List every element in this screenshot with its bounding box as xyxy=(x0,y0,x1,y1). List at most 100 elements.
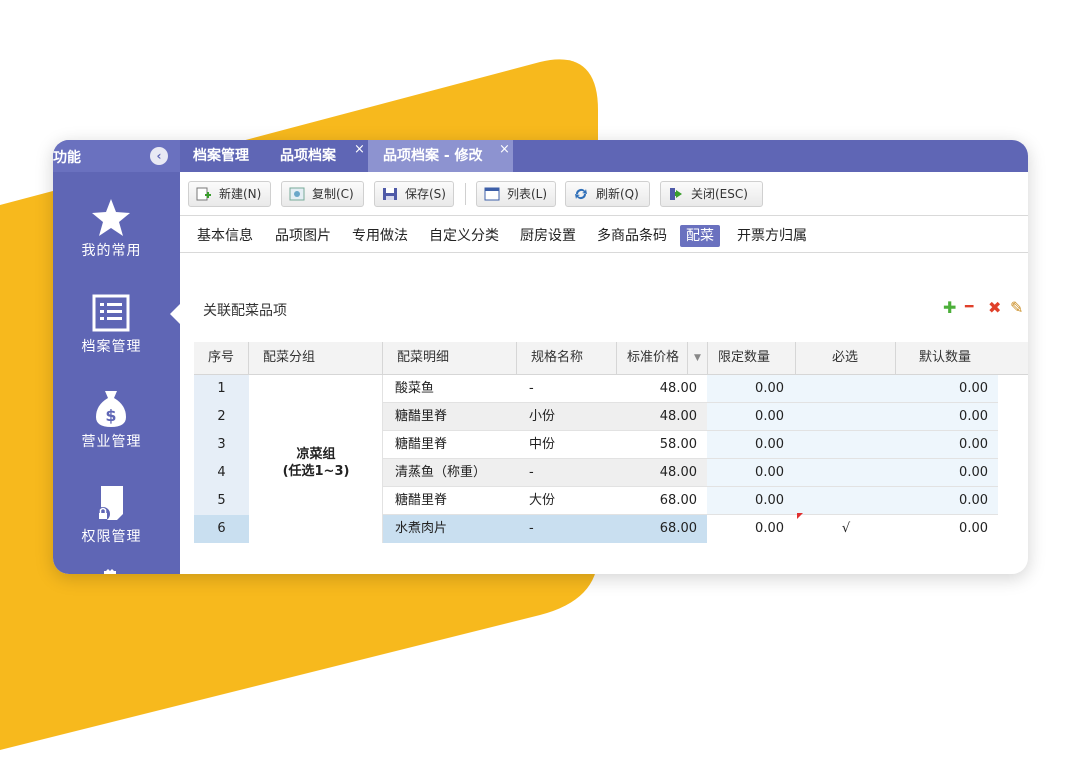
column-header-limit[interactable]: 限定数量 xyxy=(708,342,796,375)
add-icon[interactable]: ✚ xyxy=(943,298,956,317)
column-header-price[interactable]: 标准价格 xyxy=(617,342,688,375)
edit-icon[interactable]: ✎ xyxy=(1010,298,1023,317)
cell-required[interactable] xyxy=(796,403,896,431)
button-label: 刷新(Q) xyxy=(596,187,639,201)
close-icon[interactable]: × xyxy=(354,140,365,163)
subtab-side-dishes[interactable]: 配菜 xyxy=(680,225,720,247)
tab-item-archive[interactable]: 品项档案 × xyxy=(268,140,368,172)
cell-default[interactable]: 0.00 xyxy=(896,375,998,403)
close-icon[interactable]: × xyxy=(499,140,510,163)
tab-bar: 档案管理 品项档案 × 品项档案 - 修改 × xyxy=(180,140,1028,172)
subtab-multi-barcode[interactable]: 多商品条码 xyxy=(597,225,667,247)
cell-spec: 大份 xyxy=(517,487,617,515)
cell-detail: 清蒸鱼（称重） xyxy=(383,459,517,487)
column-header-detail[interactable]: 配菜明细 xyxy=(383,342,517,375)
cell-required[interactable]: √ xyxy=(796,515,896,543)
cell-detail: 糖醋里脊 xyxy=(383,431,517,459)
sidebar-item-favorites[interactable]: 我的常用 xyxy=(53,184,180,274)
sort-down-icon[interactable]: ▼ xyxy=(688,342,708,375)
subtab-kitchen-settings[interactable]: 厨房设置 xyxy=(520,225,576,247)
cell-seq: 3 xyxy=(194,431,249,459)
refresh-icon xyxy=(575,189,587,199)
tab-label: 品项档案 xyxy=(280,148,336,164)
cell-limit[interactable]: 0.00 xyxy=(707,431,796,459)
cell-limit[interactable]: 0.00 xyxy=(707,403,796,431)
button-label: 关闭(ESC) xyxy=(691,187,748,201)
app-window: 功能 ‹ 我的常用 档案管理 $ 营业管理 权限管理 档案管理 品项档案 × 品… xyxy=(53,140,1028,574)
sidebar-item-business[interactable]: $ 营业管理 xyxy=(53,375,180,465)
cell-spec: - xyxy=(517,459,617,487)
sub-tab-bar: 基本信息 品项图片 专用做法 自定义分类 厨房设置 多商品条码 配菜 开票方归属 xyxy=(180,217,1028,253)
cell-default[interactable]: 0.00 xyxy=(896,515,998,543)
remove-icon[interactable]: ━ xyxy=(965,299,973,315)
cell-required[interactable] xyxy=(796,431,896,459)
cell-spec: - xyxy=(517,375,617,403)
sidebar: 功能 ‹ 我的常用 档案管理 $ 营业管理 权限管理 xyxy=(53,140,180,574)
sidebar-item-permission[interactable]: 权限管理 xyxy=(53,470,180,560)
column-header-group[interactable]: 配菜分组 xyxy=(249,342,383,375)
copy-button[interactable]: 复制(C) xyxy=(281,181,364,207)
star-icon xyxy=(92,199,130,236)
cell-group-merged: 凉菜组 (任选1~3) xyxy=(249,375,383,543)
button-label: 保存(S) xyxy=(405,187,446,201)
cell-price: 68.00 xyxy=(617,515,707,543)
sidebar-item-label: 我的常用 xyxy=(81,243,142,259)
list-document-icon xyxy=(92,294,130,332)
list-icon xyxy=(484,187,500,201)
cell-detail: 糖醋里脊 xyxy=(383,403,517,431)
cell-limit[interactable]: 0.00 xyxy=(707,515,796,543)
cell-spec: 中份 xyxy=(517,431,617,459)
group-rule: (任选1~3) xyxy=(282,464,350,479)
cell-default[interactable]: 0.00 xyxy=(896,403,998,431)
refresh-button[interactable]: 刷新(Q) xyxy=(565,181,650,207)
column-header-required[interactable]: 必选 xyxy=(796,342,896,375)
cell-seq: 6 xyxy=(194,515,249,543)
sidebar-item-archive[interactable]: 档案管理 xyxy=(53,280,180,370)
cell-required[interactable] xyxy=(796,459,896,487)
sidebar-more-icon xyxy=(102,564,142,574)
column-header-seq[interactable]: 序号 xyxy=(194,342,249,375)
button-label: 复制(C) xyxy=(312,187,354,201)
cell-detail: 酸菜鱼 xyxy=(383,375,517,403)
cell-limit[interactable]: 0.00 xyxy=(707,459,796,487)
copy-icon xyxy=(289,187,305,201)
cell-seq: 5 xyxy=(194,487,249,515)
sidebar-title: 功能 xyxy=(53,150,81,166)
cell-default[interactable]: 0.00 xyxy=(896,487,998,515)
cell-default[interactable]: 0.00 xyxy=(896,431,998,459)
column-header-default[interactable]: 默认数量 xyxy=(896,342,1028,375)
tab-item-archive-edit[interactable]: 品项档案 - 修改 × xyxy=(368,140,513,172)
cell-limit[interactable]: 0.00 xyxy=(707,375,796,403)
subtab-item-images[interactable]: 品项图片 xyxy=(275,225,331,247)
delete-icon[interactable]: ✖ xyxy=(988,298,1001,317)
cell-price: 48.00 xyxy=(617,403,707,431)
cell-default[interactable]: 0.00 xyxy=(896,459,998,487)
save-button[interactable]: 保存(S) xyxy=(374,181,454,207)
cell-detail: 水煮肉片 xyxy=(383,515,517,543)
tab-label: 品项档案 - 修改 xyxy=(383,148,483,164)
subtab-special-methods[interactable]: 专用做法 xyxy=(352,225,408,247)
section-title: 关联配菜品项 xyxy=(203,303,287,319)
chevron-left-icon[interactable]: ‹ xyxy=(150,147,168,165)
column-header-spec[interactable]: 规格名称 xyxy=(517,342,617,375)
cell-price: 48.00 xyxy=(617,459,707,487)
toolbar-separator xyxy=(465,183,466,205)
cell-seq: 2 xyxy=(194,403,249,431)
cell-limit[interactable]: 0.00 xyxy=(707,487,796,515)
list-button[interactable]: 列表(L) xyxy=(476,181,556,207)
tab-label: 档案管理 xyxy=(193,148,249,164)
cell-spec: 小份 xyxy=(517,403,617,431)
exit-icon xyxy=(670,188,682,200)
subtab-custom-category[interactable]: 自定义分类 xyxy=(429,225,499,247)
button-label: 列表(L) xyxy=(507,187,548,201)
tab-archive-management[interactable]: 档案管理 xyxy=(180,140,260,172)
subtab-invoice-attribution[interactable]: 开票方归属 xyxy=(737,225,807,247)
cell-seq: 4 xyxy=(194,459,249,487)
cell-required[interactable] xyxy=(796,375,896,403)
cell-required[interactable] xyxy=(796,487,896,515)
close-button[interactable]: 关闭(ESC) xyxy=(660,181,763,207)
sidebar-item-label: 营业管理 xyxy=(81,434,142,450)
new-button[interactable]: 新建(N) xyxy=(188,181,271,207)
cell-spec: - xyxy=(517,515,617,543)
subtab-basic-info[interactable]: 基本信息 xyxy=(197,225,253,247)
